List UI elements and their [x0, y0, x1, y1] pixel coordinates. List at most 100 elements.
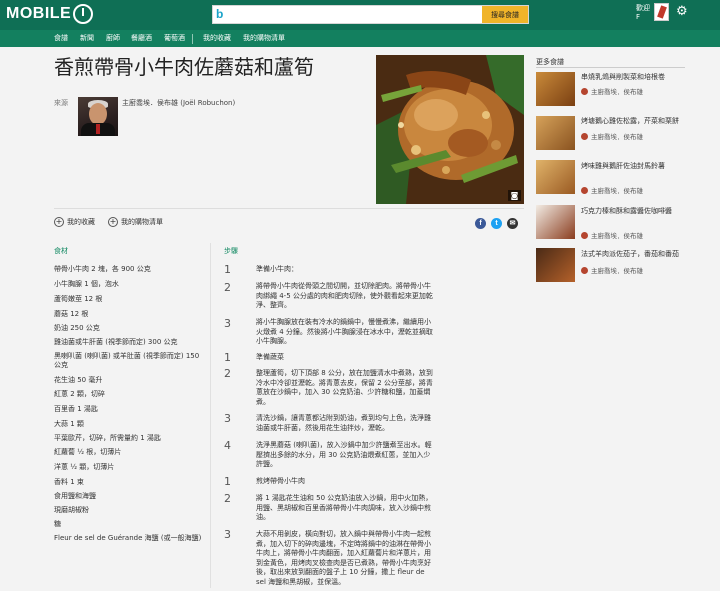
sidebar-author-name: 主廚喬埃．侯布雄	[591, 232, 643, 240]
more-recipes-title: 更多食譜	[536, 58, 564, 66]
step-text: 將 1 湯匙花生油和 50 公克奶油放入沙鍋，用中火加熱，用鹽、黑胡椒和百里香將…	[256, 494, 433, 522]
source-label: 來源	[54, 99, 68, 107]
search-box[interactable]: b 搜尋食譜	[212, 5, 529, 24]
sidebar-thumbnail[interactable]	[536, 248, 575, 282]
camera-icon[interactable]: ◙	[508, 190, 521, 201]
sidebar-author: 主廚喬埃．侯布雄	[581, 131, 643, 141]
welcome-text: 歡迎	[636, 4, 650, 12]
sidebar-thumbnail[interactable]	[536, 160, 575, 194]
email-icon[interactable]: ✉	[507, 218, 518, 229]
nav-item-restaurants[interactable]: 餐廳酒	[131, 34, 152, 43]
step-text: 清洗沙鍋，讓青蔥都沾附到奶油，煮到均勻上色，洗淨雞油菌或牛肝菌，然後用花生油拌炒…	[256, 414, 431, 432]
add-to-shopping-list-button[interactable]: + 我的購物清單	[108, 217, 163, 227]
ingredient-item: 帶骨小牛肉 2 塊，各 900 公克	[54, 265, 151, 273]
nav-item-favorites[interactable]: 我的收藏	[203, 34, 231, 43]
plus-icon: +	[108, 217, 118, 227]
page-title: 香煎帶骨小牛肉佐蘑菇和蘆筍	[54, 55, 314, 79]
step-number: 2	[224, 492, 231, 505]
step-number: 2	[224, 367, 231, 380]
sidebar-author-name: 主廚喬埃．侯布雄	[591, 267, 643, 275]
nav-item-news[interactable]: 新聞	[80, 34, 94, 43]
search-recipe-button[interactable]: 搜尋食譜	[482, 6, 528, 23]
plus-icon: +	[54, 217, 64, 227]
step-text: 整理蘆筍，切下頂部 8 公分，放在加鹽清水中煮熟，放到冷水中冷卻並瀝乾。將青蔥去…	[256, 369, 433, 406]
ingredient-item: 香料 1 束	[54, 478, 84, 486]
step-number: 3	[224, 412, 231, 425]
step-text: 將帶骨小牛肉從骨頭之間切開，並切除肥肉。將帶骨小牛肉綁繩 4-5 公分處的肉和肥…	[256, 282, 433, 310]
author-name[interactable]: 主廚喬埃．侯布雄 (Joël Robuchon)	[122, 98, 235, 108]
sidebar-divider	[536, 67, 685, 68]
sidebar-recipe-title[interactable]: 法式羊肉派佐茄子，番茄和番茄	[581, 250, 691, 259]
sidebar-author: 主廚喬埃．侯布雄	[581, 230, 643, 240]
sidebar-author: 主廚喬埃．侯布雄	[581, 185, 643, 195]
recipe-photo[interactable]: ◙	[376, 55, 524, 204]
column-divider	[210, 243, 211, 588]
sidebar-thumbnail[interactable]	[536, 205, 575, 239]
ingredient-item: 雞油菌或牛肝菌 (視季節而定) 300 公克	[54, 338, 178, 346]
chef-icon	[581, 231, 588, 239]
chef-icon	[581, 132, 588, 140]
nav-item-shopping-list[interactable]: 我的購物清單	[243, 34, 285, 43]
chef-icon	[581, 87, 588, 95]
nav-item-recipes[interactable]: 食譜	[54, 34, 68, 43]
sidebar-author-name: 主廚喬埃．侯布雄	[591, 133, 643, 141]
ingredient-item: 平葉歐芹，切碎，所需量約 1 湯匙	[54, 434, 161, 442]
user-initial: F	[636, 13, 641, 21]
step-number: 2	[224, 281, 231, 294]
ingredient-item: 大蒜 1 顆	[54, 420, 84, 428]
sidebar-thumbnail[interactable]	[536, 72, 575, 106]
step-text: 煎烤帶骨小牛肉	[256, 477, 305, 485]
sidebar-author: 主廚喬埃．侯布雄	[581, 265, 643, 275]
step-text: 洗淨黑蘑菇 (喇叭菌)，放入沙鍋中加少許鹽煮至出水。輕壓擠出多餘的水分，用 30…	[256, 441, 432, 469]
twitter-icon[interactable]: t	[491, 218, 502, 229]
user-greeting: 歡迎 F	[636, 4, 650, 22]
sidebar-recipe-title[interactable]: 串燒乳鴿與削製菜和培根卷	[581, 73, 691, 82]
ingredient-item: 花生油 50 毫升	[54, 376, 103, 384]
logo-text: MOBILE	[6, 5, 72, 22]
sidebar-recipe-title[interactable]: 烤塘鵝心雞佐松露，芹菜和栗餅	[581, 117, 691, 126]
sidebar-thumbnail[interactable]	[536, 116, 575, 150]
nav-item-wine[interactable]: 葡萄酒	[164, 34, 185, 43]
step-number: 1	[224, 351, 231, 364]
sidebar-author-name: 主廚喬埃．侯布雄	[591, 88, 643, 96]
ingredient-item: 紅蔥 2 顆，切碎	[54, 390, 105, 398]
add-to-favorites-button[interactable]: + 我的收藏	[54, 217, 95, 227]
logo-circle-icon	[73, 4, 94, 24]
gear-icon[interactable]: ⚙	[676, 5, 688, 19]
ingredient-item: 現磨胡椒粉	[54, 506, 89, 514]
sidebar-recipe-title[interactable]: 巧克力榛和酥和露醬佐咖啡醬	[581, 207, 691, 216]
step-number: 1	[224, 263, 231, 276]
ingredient-item: 小牛胸腺 1 個，泡水	[54, 280, 119, 288]
steps-heading: 步驟	[224, 247, 238, 255]
ingredient-item: 食用鹽和海鹽	[54, 492, 96, 500]
sidebar-author: 主廚喬埃．侯布雄	[581, 86, 643, 96]
nav-bar: 食譜 新聞 廚師 餐廳酒 葡萄酒 我的收藏 我的購物清單	[0, 30, 720, 47]
ingredients-heading: 食材	[54, 247, 68, 255]
step-number: 1	[224, 475, 231, 488]
ingredient-item: Fleur de sel de Guérande 海鹽 (或一般海鹽)	[54, 534, 202, 542]
bing-icon: b	[216, 7, 224, 21]
ingredient-item: 百里香 1 湯匙	[54, 405, 98, 413]
step-text: 將小牛胸腺放在裝有冷水的鍋鍋中，慢慢煮沸，繼續用小火燉煮 4 分鐘。然後將小牛胸…	[256, 318, 433, 346]
top-bar: MOBILE b 搜尋食譜 歡迎 F ⚙	[0, 0, 720, 30]
chef-icon	[581, 266, 588, 274]
nav-item-chefs[interactable]: 廚師	[106, 34, 120, 43]
ingredient-item: 蘆筍嫩莖 12 根	[54, 295, 103, 303]
sidebar-recipe-title[interactable]: 烤味雞與鵝肝佐油封馬鈴薯	[581, 162, 691, 171]
step-number: 3	[224, 528, 231, 541]
sidebar-author-name: 主廚喬埃．侯布雄	[591, 187, 643, 195]
step-text: 準備蔬菜	[256, 353, 284, 361]
msn-mobile-logo[interactable]: MOBILE	[6, 3, 94, 25]
ingredient-item: 黑喇叭菌 (喇叭菌) 或羊肚菌 (視季節而定) 150 公克	[54, 352, 200, 369]
step-text: 大蒜不用剝皮，橫向對切，放入鍋中與帶骨小牛肉一起煎煮，加入切下的碎肉邊塊，不定時…	[256, 530, 431, 586]
shopping-list-label: 我的購物清單	[121, 218, 163, 226]
facebook-icon[interactable]: f	[475, 218, 486, 229]
author-photo[interactable]	[78, 97, 118, 136]
ingredient-item: 糖	[54, 520, 61, 528]
divider	[54, 208, 524, 209]
ingredient-item: 洋蔥 ½ 顆，切薄片	[54, 463, 115, 471]
user-avatar[interactable]	[654, 3, 669, 21]
recipe-photo-art	[376, 55, 524, 204]
step-text: 準備小牛肉：	[256, 265, 298, 273]
step-number: 3	[224, 317, 231, 330]
